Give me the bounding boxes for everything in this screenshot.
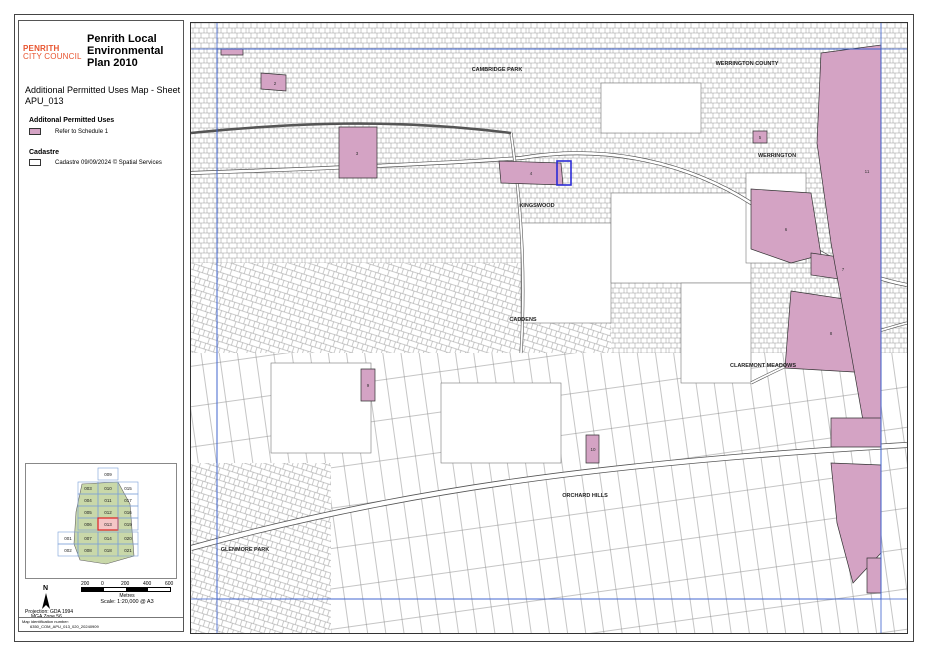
scale-bar: 200 0 200 400 600 Metres Scale: 1:20,000… — [81, 581, 173, 605]
apu-parcel-12[interactable] — [830, 417, 882, 448]
map-svg[interactable]: 234567891011 CAMBRIDGE PARKWERRINGTON CO… — [191, 23, 907, 633]
north-arrow-icon — [42, 593, 50, 609]
key-sheet-label-012: 012 — [104, 510, 112, 515]
scale-text: Scale: 1:20,000 @ A3 — [100, 599, 154, 605]
legend-section-cadastre: Cadastre — [29, 149, 59, 156]
suburb-label-werrington-county: WERRINGTON COUNTY — [716, 61, 779, 67]
key-map-svg: 009 003 010 015 004 011 017 005 012 016 006 013 019 0… — [57, 467, 139, 565]
key-sheet-label-010: 010 — [104, 486, 112, 491]
key-sheet-label-016: 016 — [124, 510, 132, 515]
legend-panel: PENRITH CITY COUNCIL Penrith Local Envir… — [18, 20, 184, 632]
apu-parcel-6[interactable] — [750, 188, 822, 264]
map-canvas[interactable]: 2 3 4 5 6 7 8 9 10 11 CAMBRIDGE PARK WERRINGTON CO… — [190, 22, 908, 634]
key-sheet-label-008: 008 — [84, 548, 92, 553]
key-sheet-label-005: 005 — [84, 510, 92, 515]
suburb-label-claremont-meadows: CLAREMONT MEADOWS — [730, 363, 796, 369]
suburb-label-orchard-hills: ORCHARD HILLS — [562, 493, 608, 499]
map-id-footer: Map identification number: 6350_COM_APU_… — [19, 617, 183, 631]
scale-tick-3: 400 — [143, 581, 152, 587]
map-id-number: 6350_COM_APU_013_020_20240909 — [30, 624, 99, 629]
key-sheet-label-019: 019 — [124, 522, 132, 527]
key-sheet-label-014: 014 — [104, 536, 112, 541]
map-subtitle: Additional Permitted Uses Map - Sheet AP… — [25, 85, 181, 106]
key-map: 009 003 010 015 004 011 017 005 012 016 006 013 019 0… — [25, 463, 177, 579]
key-sheet-label-002: 002 — [64, 548, 72, 553]
logo-line2: CITY COUNCIL — [23, 52, 82, 61]
council-logo: PENRITH CITY COUNCIL — [23, 45, 82, 61]
suburb-label-cambridge-park: CAMBRIDGE PARK — [472, 67, 523, 73]
open-parcel-west — [270, 362, 372, 454]
scale-bar-graphic — [81, 587, 171, 592]
scale-tick-2: 200 — [121, 581, 130, 587]
scale-area: N 200 0 200 400 600 Metres Scale: 1:20,0… — [25, 581, 181, 620]
suburb-label-werrington: WERRINGTON — [758, 153, 796, 159]
key-sheet-label-017: 017 — [124, 498, 132, 503]
key-sheet-label-011: 011 — [104, 498, 112, 503]
key-sheet-label-006: 006 — [84, 522, 92, 527]
suburb-label-glenmore-park: GLENMORE PARK — [221, 547, 270, 553]
key-sheet-label-003: 003 — [84, 486, 92, 491]
north-arrow-label: N — [43, 585, 49, 592]
key-sheet-label-013: 013 — [104, 522, 112, 527]
key-sheet-label-021: 021 — [124, 548, 132, 553]
suburb-label-kingswood: KINGSWOOD — [519, 203, 554, 209]
key-sheet-label-015: 015 — [124, 486, 132, 491]
apu-swatch-label: Refer to Schedule 1 — [55, 129, 109, 135]
key-sheet-label-018: 018 — [104, 548, 112, 553]
key-sheet-label-009: 009 — [104, 472, 112, 477]
scale-tick-0: 200 — [81, 581, 90, 587]
parcel-label-10: 10 — [590, 447, 596, 452]
scale-tick-4: 600 — [165, 581, 174, 587]
open-parcel-north — [600, 82, 702, 134]
key-sheet-label-001: 001 — [64, 536, 72, 541]
key-sheet-label-004: 004 — [84, 498, 92, 503]
key-sheet-label-020: 020 — [124, 536, 132, 541]
open-parcel-university — [610, 192, 752, 284]
cadastre-swatch-label: Cadastre 09/09/2024 © Spatial Services — [55, 160, 162, 166]
legend-section-apu: Additonal Permitted Uses — [29, 117, 115, 124]
open-parcel-caddens — [520, 222, 612, 324]
suburb-label-caddens: CADDENS — [509, 317, 537, 323]
open-parcel-south — [440, 382, 562, 464]
key-sheet-label-007: 007 — [84, 536, 92, 541]
apu-swatch — [29, 128, 41, 135]
apu-parcel-15[interactable] — [220, 48, 244, 56]
apu-parcel-14[interactable] — [866, 557, 882, 594]
map-title: Penrith Local Environmental Plan 2010 — [87, 33, 164, 69]
parcel-label-11: 11 — [865, 169, 870, 174]
scale-tick-1: 0 — [101, 581, 104, 587]
cadastre-swatch — [29, 159, 41, 166]
